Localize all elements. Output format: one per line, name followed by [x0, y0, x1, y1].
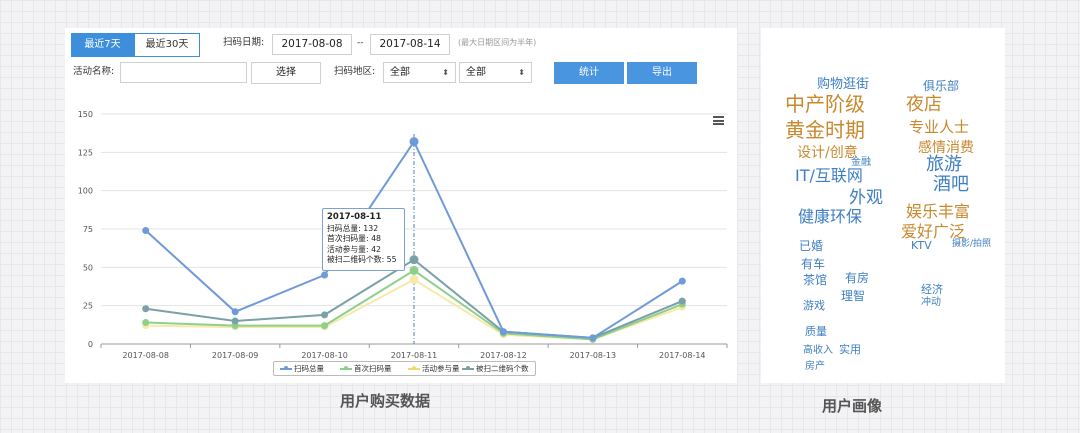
legend-item-qr-count[interactable]: 被扫二维码个数: [462, 362, 529, 375]
data-point: [409, 137, 419, 147]
word-cloud-word: 感情消费: [918, 140, 974, 156]
word-cloud-word: 购物逛街: [817, 77, 870, 92]
word-cloud-word: 冲动: [921, 297, 941, 308]
word-cloud-word: 有车: [801, 257, 826, 271]
tooltip-line: 活动参与量: 42: [327, 244, 382, 254]
word-cloud-word: 旅游: [926, 154, 962, 175]
data-point: [142, 227, 150, 235]
chart-legend: 扫码总量 首次扫码量 活动参与量 被扫二维码个数: [273, 361, 536, 376]
word-cloud-word: 游戏: [803, 299, 825, 312]
word-cloud-word: 已婚: [799, 239, 824, 253]
word-cloud-word: 黄金时期: [785, 118, 865, 142]
data-point: [142, 305, 150, 313]
data-point: [321, 271, 329, 279]
word-cloud-word: 俱乐部: [923, 79, 960, 93]
tooltip-line: 首次扫码量: 48: [327, 234, 382, 243]
x-tick-label: 2017-08-13: [570, 351, 617, 358]
word-cloud-word: 设计/创意: [797, 145, 858, 161]
data-point: [499, 328, 507, 336]
data-point: [142, 319, 150, 327]
y-tick-label: 25: [83, 302, 93, 311]
user-profile-panel: 中产阶级 黄金时期 夜店专业人士感情消费 设计/创意旅游 IT/互联网 酒吧外观娱乐丰富 健…: [761, 28, 1005, 383]
x-tick-label: 2017-08-09: [212, 351, 259, 358]
word-cloud-word: KTV: [911, 239, 932, 252]
purchase-data-panel: 最近7天 最近30天 扫码日期: 2017-08-08 -- 2017-08-1…: [65, 28, 737, 383]
x-tick-label: 2017-08-08: [122, 351, 169, 358]
word-cloud-word: 理智: [841, 289, 866, 303]
tooltip-title: 2017-08-11: [327, 212, 382, 222]
y-tick-label: 75: [83, 225, 93, 234]
word-cloud-word: 房产: [805, 361, 825, 372]
word-cloud-word: 酒吧: [933, 174, 969, 195]
word-cloud-word: 爱好广泛: [901, 222, 966, 241]
legend-item-first[interactable]: 首次扫码量: [340, 362, 392, 375]
word-cloud-word: 经济: [921, 283, 943, 296]
tooltip-line: 扫码总量: 132: [327, 223, 379, 233]
data-point: [409, 255, 419, 265]
word-cloud-word: 夜店: [906, 94, 942, 115]
word-cloud-word: 有房: [845, 271, 870, 285]
y-tick-label: 100: [78, 187, 93, 196]
data-point: [321, 311, 329, 319]
y-tick-label: 0: [88, 340, 93, 349]
legend-swatch: [462, 366, 474, 370]
legend-label: 首次扫码量: [354, 364, 392, 373]
legend-swatch: [280, 366, 292, 370]
word-cloud-word: 中产阶级: [785, 92, 865, 116]
data-point: [589, 334, 597, 342]
legend-swatch: [408, 366, 420, 370]
tooltip-line: 被扫二维码个数: 55: [327, 255, 397, 264]
word-cloud-word: 健康环保: [798, 207, 863, 226]
word-cloud-word: 高收入: [803, 345, 833, 356]
chart-tooltip: 2017-08-11 扫码总量: 132 首次扫码量: 48 活动参与量: 42…: [322, 208, 405, 271]
word-cloud-word: 专业人士: [909, 118, 970, 136]
data-point: [409, 265, 419, 275]
legend-label: 活动参与量: [422, 364, 460, 373]
word-cloud-word: 金融: [851, 157, 871, 168]
word-cloud-word: 娱乐丰富: [906, 202, 971, 221]
data-point: [409, 275, 419, 285]
legend-item-participation[interactable]: 活动参与量: [408, 362, 460, 375]
y-tick-label: 150: [78, 110, 93, 119]
word-cloud-word: IT/互联网: [795, 166, 863, 185]
legend-swatch: [340, 366, 352, 370]
data-point: [678, 277, 686, 285]
word-cloud-word: 外观: [849, 188, 883, 208]
x-tick-label: 2017-08-12: [480, 351, 527, 358]
data-point: [678, 297, 686, 305]
x-tick-label: 2017-08-11: [391, 351, 438, 358]
x-tick-label: 2017-08-10: [301, 351, 348, 358]
legend-item-total[interactable]: 扫码总量: [280, 362, 324, 375]
left-caption: 用户购买数据: [340, 392, 431, 410]
line-chart: 0 25 50 75 100 125 150 2017-08-08 2017-08-09 2017…: [78, 110, 728, 358]
word-cloud-word: 茶馆: [803, 273, 828, 287]
word-cloud-word: 实用: [839, 343, 861, 356]
word-cloud-word: 摄影/拍照: [952, 239, 992, 249]
right-caption: 用户画像: [822, 397, 883, 415]
y-tick-label: 125: [78, 148, 93, 157]
legend-label: 扫码总量: [294, 364, 324, 373]
word-cloud: 中产阶级 黄金时期 夜店专业人士感情消费 设计/创意旅游 IT/互联网 酒吧外观娱乐丰富 健…: [761, 28, 1005, 383]
data-point: [231, 308, 239, 316]
word-cloud-word: 质量: [805, 325, 827, 338]
data-point: [321, 322, 329, 330]
legend-label: 被扫二维码个数: [476, 364, 529, 373]
x-tick-label: 2017-08-14: [659, 351, 706, 358]
data-point: [231, 317, 239, 325]
y-tick-label: 50: [83, 263, 93, 272]
